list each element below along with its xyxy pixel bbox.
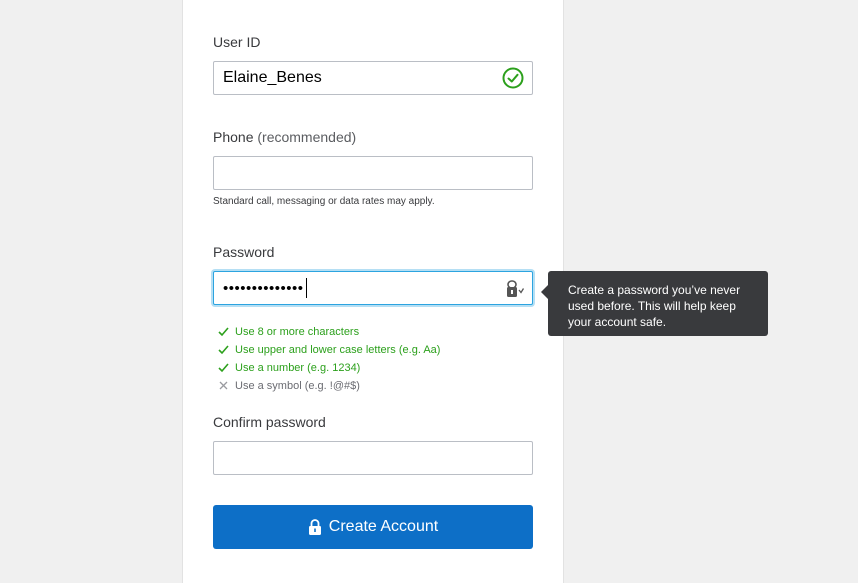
- user-id-input[interactable]: Elaine_Benes: [213, 61, 533, 95]
- phone-label-text: Phone: [213, 129, 254, 145]
- password-masked-value: ••••••••••••••: [223, 280, 304, 297]
- text-caret: [306, 278, 307, 298]
- password-rule-text: Use upper and lower case letters (e.g. A…: [235, 344, 441, 356]
- user-id-value: Elaine_Benes: [223, 69, 322, 86]
- password-input[interactable]: ••••••••••••••: [213, 271, 533, 305]
- lock-icon: [308, 519, 321, 535]
- phone-input[interactable]: [213, 156, 533, 190]
- x-mark-icon: [219, 381, 228, 390]
- password-rule-text: Use a number (e.g. 1234): [235, 362, 361, 374]
- checkmark-icon: [218, 345, 229, 355]
- password-tooltip-text: Create a password you’ve never used befo…: [568, 283, 741, 329]
- password-rule-text: Use 8 or more characters: [235, 326, 360, 338]
- password-rule-text: Use a symbol (e.g. !@#$): [235, 380, 360, 392]
- key-icon[interactable]: [504, 279, 526, 299]
- confirm-password-input[interactable]: [213, 441, 533, 475]
- checkmark-icon: [218, 327, 229, 337]
- create-account-button[interactable]: Create Account: [213, 505, 533, 549]
- password-tooltip: Create a password you’ve never used befo…: [541, 271, 768, 336]
- checkmark-icon: [218, 363, 229, 373]
- password-label: Password: [213, 244, 275, 260]
- phone-label-suffix: (recommended): [257, 129, 357, 145]
- check-circle-icon: [502, 67, 524, 89]
- confirm-password-label: Confirm password: [213, 414, 326, 430]
- phone-hint: Standard call, messaging or data rates m…: [213, 196, 435, 207]
- create-account-label: Create Account: [328, 518, 439, 535]
- phone-label: Phone (recommended): [213, 129, 356, 145]
- user-id-label: User ID: [213, 34, 261, 50]
